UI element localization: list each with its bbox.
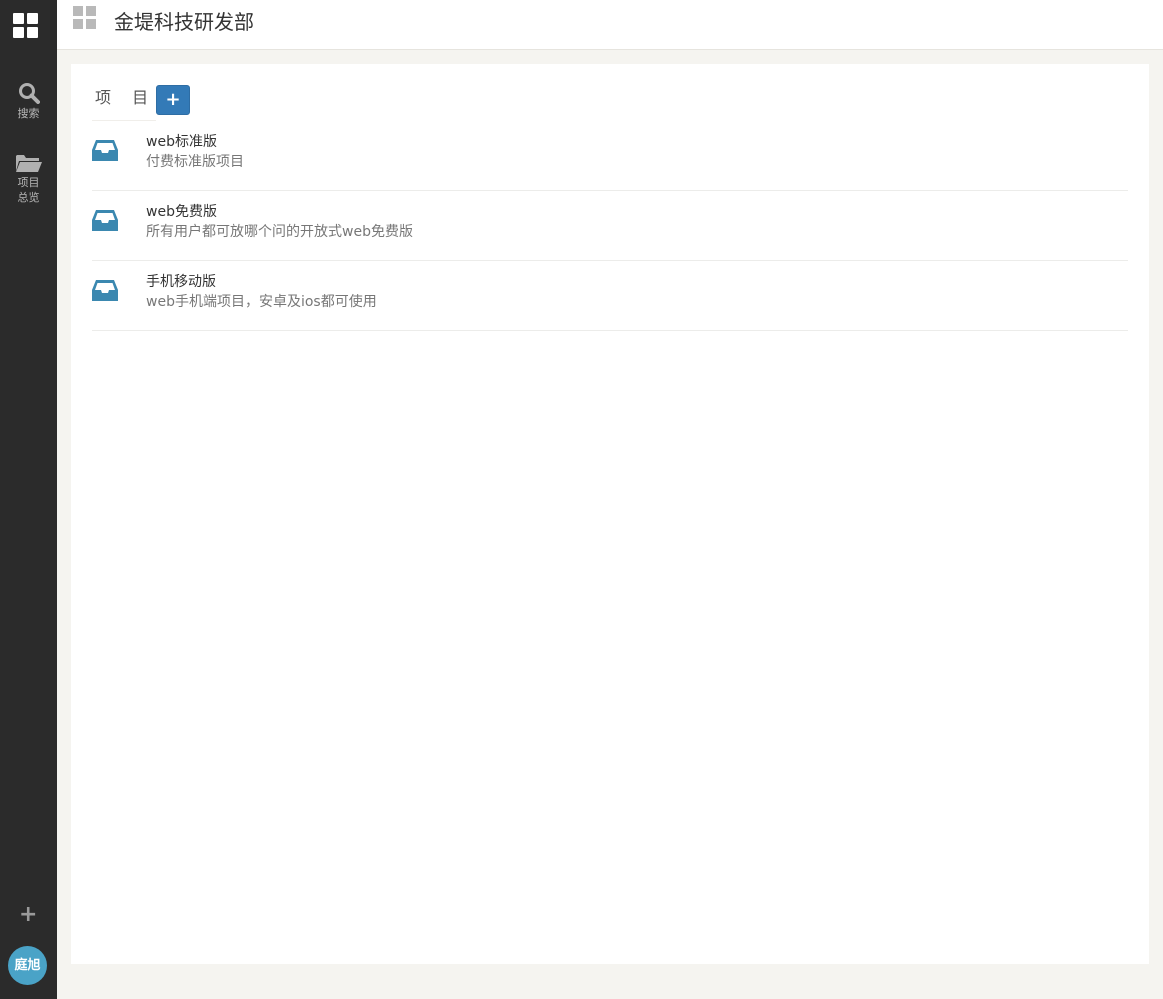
list-item[interactable]: web免费版 所有用户都可放哪个问的开放式web免费版 xyxy=(92,191,1128,261)
inbox-icon xyxy=(92,140,118,161)
project-name: web标准版 xyxy=(146,134,217,150)
project-list: web标准版 付费标准版项目 web免费版 所有用户都可放哪个问的开放式web免… xyxy=(92,121,1128,331)
list-item[interactable]: 手机移动版 web手机端项目，安卓及ios都可使用 xyxy=(92,261,1128,331)
project-description: 所有用户都可放哪个问的开放式web免费版 xyxy=(146,224,413,240)
avatar[interactable]: 庭旭 xyxy=(8,946,47,985)
search-icon xyxy=(18,83,40,104)
sidebar-item-projects[interactable]: 项目总览 xyxy=(0,153,57,205)
section-title: 项 目 xyxy=(95,88,157,107)
inbox-icon xyxy=(92,210,118,231)
header: 金堤科技研发部 xyxy=(57,0,1163,50)
sidebar-item-label: 项目总览 xyxy=(17,176,40,204)
grid-icon[interactable] xyxy=(73,6,97,30)
main-panel: 项 目 + web标准版 付费标准版项目 web免费版 所有用户都可放哪个问的开… xyxy=(71,64,1149,964)
inbox-icon xyxy=(92,280,118,301)
add-project-button[interactable]: + xyxy=(156,85,190,115)
page-title: 金堤科技研发部 xyxy=(114,10,254,34)
project-name: web免费版 xyxy=(146,204,217,220)
plus-icon[interactable]: + xyxy=(19,904,37,926)
project-name: 手机移动版 xyxy=(146,274,216,290)
project-description: 付费标准版项目 xyxy=(146,154,244,170)
sidebar: 搜索 项目总览 + 庭旭 xyxy=(0,0,57,999)
list-item[interactable]: web标准版 付费标准版项目 xyxy=(92,121,1128,191)
sidebar-item-label: 搜索 xyxy=(17,107,40,120)
dashboard-icon[interactable] xyxy=(13,13,38,38)
sidebar-item-search[interactable]: 搜索 xyxy=(0,82,57,121)
project-description: web手机端项目，安卓及ios都可使用 xyxy=(146,294,377,310)
folder-open-icon xyxy=(15,155,42,172)
